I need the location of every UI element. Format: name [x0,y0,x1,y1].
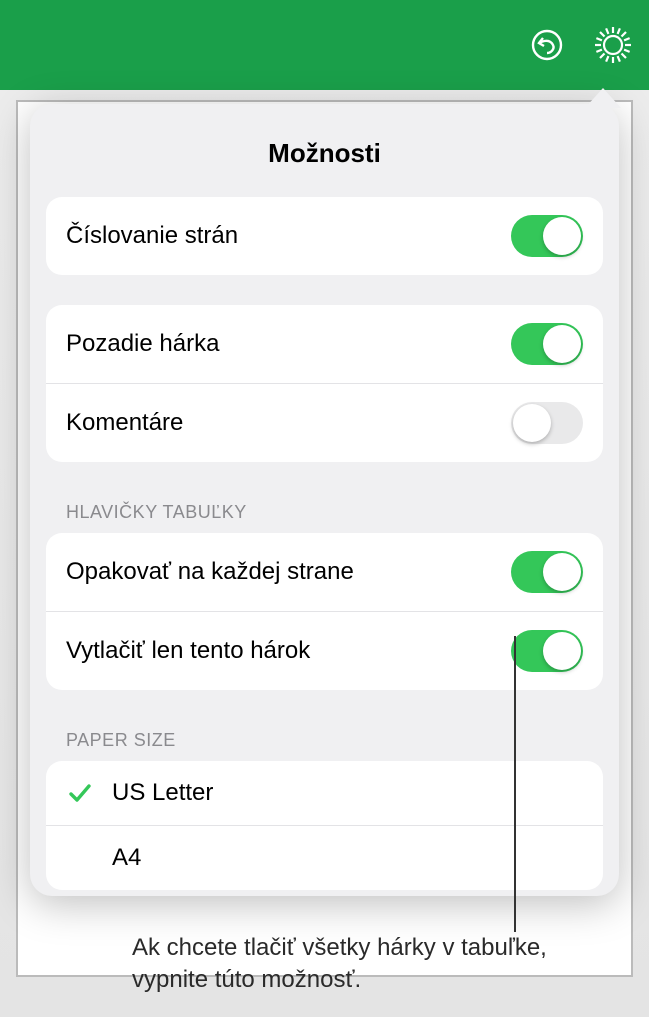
toggle-repeat-each-page[interactable] [511,551,583,593]
label-page-numbering: Číslovanie strán [66,222,238,250]
undo-button[interactable] [525,23,569,67]
popover-caret [585,88,621,108]
options-popover: Možnosti Číslovanie strán Pozadie hárka … [30,104,619,896]
group-page-numbering: Číslovanie strán [46,197,603,275]
checkmark-icon [66,779,94,807]
gear-icon [592,24,634,66]
section-label-paper: PAPER SIZE [30,720,619,761]
label-paper-us-letter: US Letter [112,779,213,807]
settings-button[interactable] [591,23,635,67]
row-sheet-background[interactable]: Pozadie hárka [46,305,603,383]
row-paper-us-letter[interactable]: US Letter [46,761,603,825]
row-paper-a4[interactable]: A4 [46,825,603,890]
toggle-sheet-background[interactable] [511,323,583,365]
label-paper-a4: A4 [112,844,141,872]
callout-leader-line [514,636,516,932]
undo-icon [529,27,565,63]
group-headers: Opakovať na každej strane Vytlačiť len t… [46,533,603,690]
row-comments[interactable]: Komentáre [46,383,603,462]
section-label-headers: HLAVIČKY TABUĽKY [30,492,619,533]
popover-title: Možnosti [30,124,619,197]
toggle-comments[interactable] [511,402,583,444]
toggle-print-only-this-sheet[interactable] [511,630,583,672]
toggle-page-numbering[interactable] [511,215,583,257]
row-repeat-each-page[interactable]: Opakovať na každej strane [46,533,603,611]
label-print-only-this-sheet: Vytlačiť len tento hárok [66,637,310,665]
label-comments: Komentáre [66,409,183,437]
label-sheet-background: Pozadie hárka [66,330,219,358]
group-paper-size: US Letter A4 [46,761,603,890]
top-toolbar [0,0,649,90]
group-display: Pozadie hárka Komentáre [46,305,603,462]
row-page-numbering[interactable]: Číslovanie strán [46,197,603,275]
callout-caption: Ak chcete tlačiť všetky hárky v tabuľke,… [132,932,552,997]
label-repeat-each-page: Opakovať na každej strane [66,558,354,586]
row-print-only-this-sheet[interactable]: Vytlačiť len tento hárok [46,611,603,690]
